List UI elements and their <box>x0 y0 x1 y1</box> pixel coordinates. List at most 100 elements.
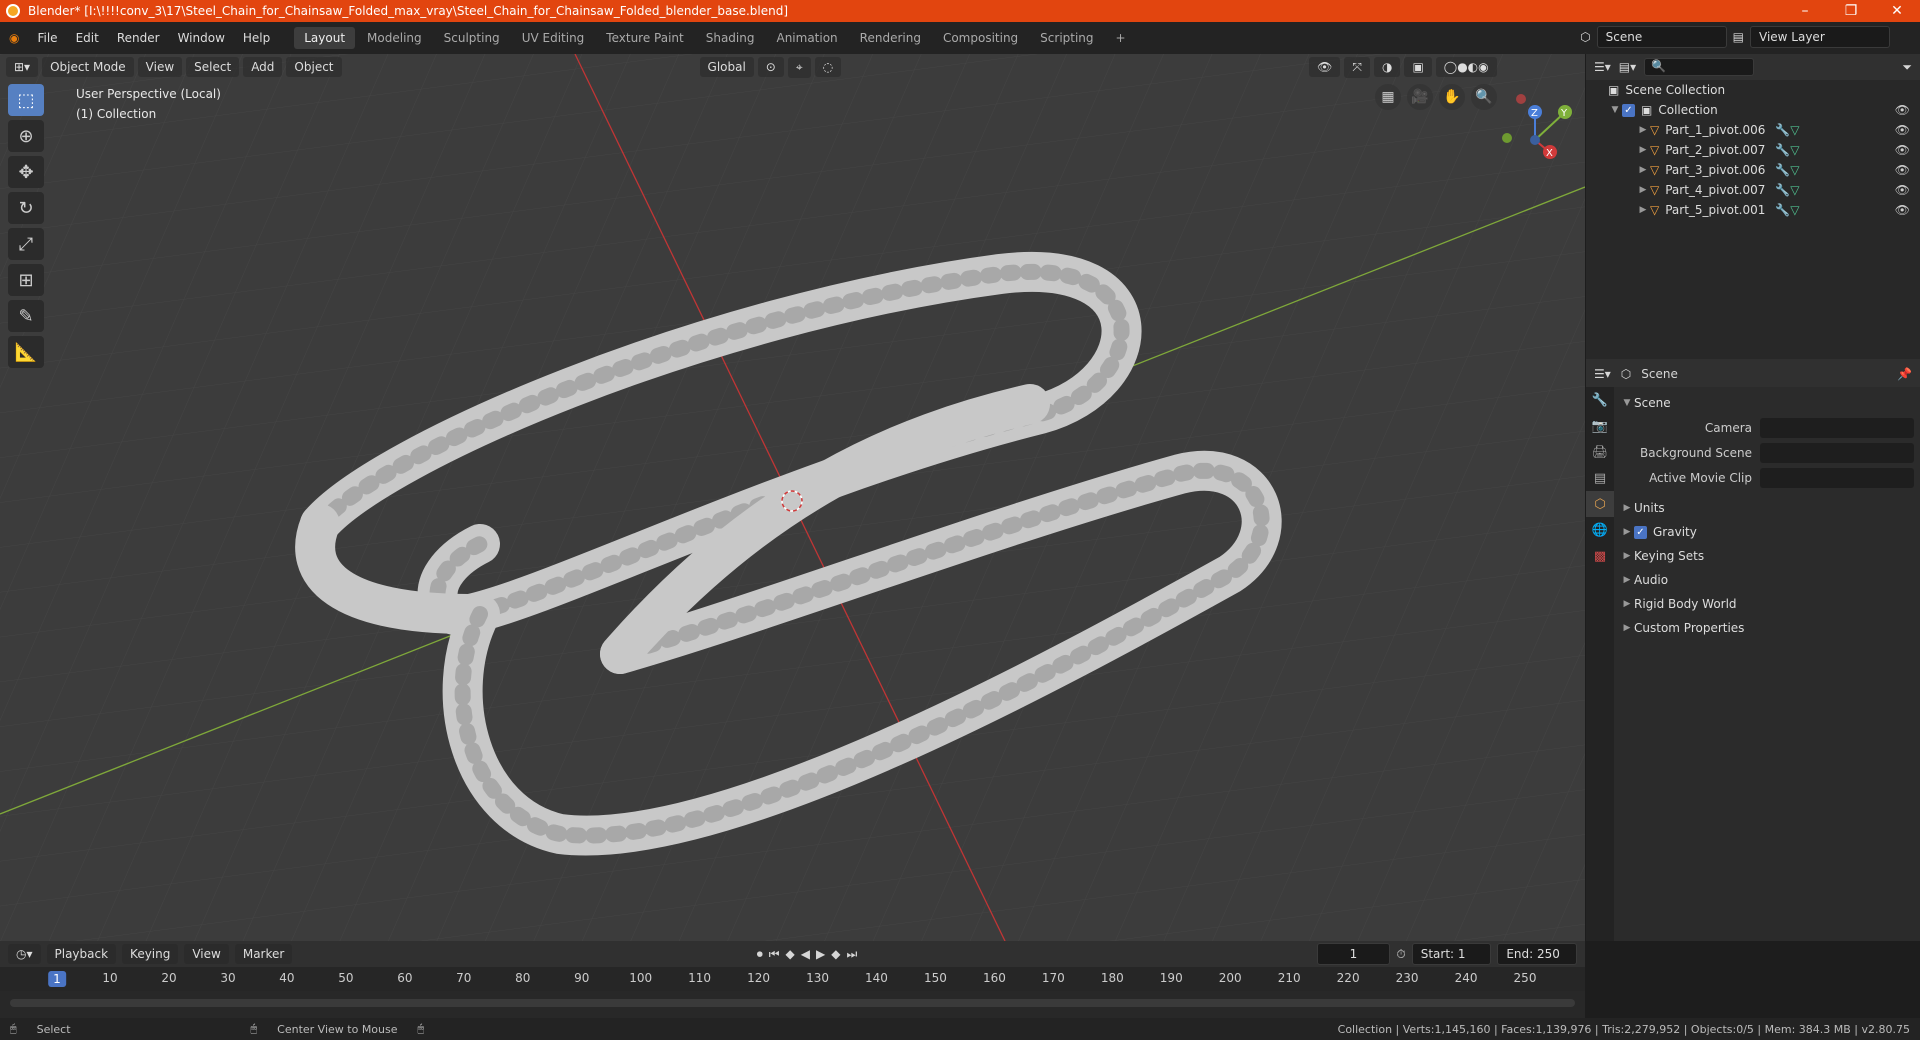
active-movie-clip-value[interactable] <box>1760 467 1914 488</box>
frame-ruler[interactable]: 1 10 20 30 40 50 60 70 80 90 100 110 120 130 140 150 160… <box>0 967 1585 991</box>
next-keyframe-icon[interactable]: ◆ <box>831 947 840 961</box>
panel-custom-properties[interactable]: ▶ Custom Properties <box>1620 616 1914 640</box>
panel-keying-sets[interactable]: ▶ Keying Sets <box>1620 544 1914 568</box>
menu-window[interactable]: Window <box>169 31 234 45</box>
outliner-editor-icon[interactable]: ☰▾ <box>1594 60 1611 74</box>
eye-icon[interactable]: 👁 <box>1895 183 1910 197</box>
active-movie-clip-field[interactable]: Active Movie Clip <box>1620 465 1914 490</box>
play-icon[interactable]: ▶ <box>816 947 825 961</box>
expand-icon[interactable]: ▶ <box>1620 551 1634 561</box>
tab-modeling[interactable]: Modeling <box>357 27 432 49</box>
record-icon[interactable]: ⏺ <box>757 947 763 962</box>
texture-tab-icon[interactable]: ▩ <box>1586 543 1614 569</box>
stopwatch-icon[interactable]: ⏱ <box>1396 947 1405 962</box>
editor-type-icon[interactable]: ◉ <box>0 31 28 45</box>
panel-scene[interactable]: ▼ Scene <box>1620 391 1914 415</box>
gizmo-toggle-icon[interactable]: ⤧ <box>1344 56 1370 78</box>
view-layer-selector[interactable]: View Layer <box>1750 26 1890 48</box>
expand-icon[interactable]: ▶ <box>1620 575 1634 585</box>
menu-help[interactable]: Help <box>234 31 279 45</box>
collapse-icon[interactable]: ▼ <box>1620 398 1634 408</box>
move-tool-icon[interactable]: ✥ <box>8 156 44 188</box>
transform-tool-icon[interactable]: ⊞ <box>8 264 44 296</box>
expand-icon[interactable]: ▶ <box>1636 205 1650 215</box>
measure-tool-icon[interactable]: 📐 <box>8 336 44 368</box>
camera-view-icon[interactable]: 🎥 <box>1407 84 1433 110</box>
background-scene-field[interactable]: Background Scene <box>1620 440 1914 465</box>
end-frame-field[interactable]: End: 250 <box>1497 943 1577 965</box>
select-box-tool-icon[interactable]: ⬚ <box>8 84 44 116</box>
editor-type-icon[interactable]: ⊞▾ <box>6 57 39 77</box>
outliner-item[interactable]: ▶ ▽ Part_3_pivot.006 🔧 ▽ 👁 <box>1586 160 1920 180</box>
3d-viewport[interactable]: Z Y X ⊞▾ Object Mode View Select Add Obj… <box>0 54 1585 941</box>
xray-icon[interactable]: ▣ <box>1404 57 1432 77</box>
prev-keyframe-icon[interactable]: ◆ <box>786 947 795 961</box>
current-frame-field[interactable]: 1 <box>1316 943 1391 965</box>
snap-icon[interactable]: ⌖ <box>787 56 811 78</box>
rotate-tool-icon[interactable]: ↻ <box>8 192 44 224</box>
timeline-scrollbar[interactable] <box>10 999 1575 1007</box>
view-layer-tab-icon[interactable]: ▤ <box>1586 465 1614 491</box>
scene-selector[interactable]: Scene <box>1596 26 1727 48</box>
viewport-menu-add[interactable]: Add <box>243 57 283 77</box>
transform-orientation[interactable]: Global <box>699 57 754 77</box>
tool-tab-icon[interactable]: 🔧 <box>1586 387 1614 413</box>
expand-icon[interactable]: ▶ <box>1620 503 1634 513</box>
expand-icon[interactable]: ▶ <box>1636 145 1650 155</box>
properties-editor-icon[interactable]: ☰▾ <box>1594 367 1611 381</box>
close-button[interactable]: ✕ <box>1874 3 1920 19</box>
jump-end-icon[interactable]: ⏭ <box>846 947 857 962</box>
grid-view-icon[interactable]: ▦ <box>1375 84 1401 110</box>
tab-sculpting[interactable]: Sculpting <box>434 27 510 49</box>
eye-icon[interactable]: 👁 <box>1895 103 1910 117</box>
zoom-icon[interactable]: 🔍 <box>1471 84 1497 110</box>
minimize-button[interactable]: – <box>1782 3 1828 19</box>
menu-file[interactable]: File <box>28 31 66 45</box>
outliner-search-input[interactable]: 🔍 <box>1644 58 1755 76</box>
filter-icon[interactable]: ⏷ <box>1902 60 1912 75</box>
expand-icon[interactable]: ▶ <box>1620 599 1634 609</box>
outliner-scene-collection[interactable]: ▣ Scene Collection <box>1586 80 1920 100</box>
maximize-button[interactable]: ❐ <box>1828 3 1874 19</box>
timeline-editor-icon[interactable]: ◷▾ <box>8 944 41 964</box>
tab-shading[interactable]: Shading <box>696 27 765 49</box>
expand-icon[interactable]: ▶ <box>1636 185 1650 195</box>
expand-icon[interactable]: ▶ <box>1636 165 1650 175</box>
viewport-menu-object[interactable]: Object <box>286 57 342 77</box>
panel-rigid-body-world[interactable]: ▶ Rigid Body World <box>1620 592 1914 616</box>
scene-tab-icon[interactable]: ⬡ <box>1586 491 1614 517</box>
eye-icon[interactable]: 👁 <box>1895 163 1910 177</box>
scale-tool-icon[interactable]: ⤢ <box>8 228 44 260</box>
camera-field[interactable]: Camera <box>1620 415 1914 440</box>
eye-icon[interactable]: 👁 <box>1895 123 1910 137</box>
world-tab-icon[interactable]: 🌐 <box>1586 517 1614 543</box>
menu-edit[interactable]: Edit <box>67 31 108 45</box>
expand-icon[interactable]: ▶ <box>1636 125 1650 135</box>
timeline-menu-view[interactable]: View <box>184 944 229 964</box>
proportional-edit-icon[interactable]: ◌ <box>814 57 842 77</box>
tab-compositing[interactable]: Compositing <box>933 27 1028 49</box>
gravity-checkbox[interactable]: ✓ <box>1634 525 1647 539</box>
outliner-item[interactable]: ▶ ▽ Part_2_pivot.007 🔧 ▽ 👁 <box>1586 140 1920 160</box>
pivot-icon[interactable]: ⊙ <box>757 57 784 77</box>
outliner-item[interactable]: ▶ ▽ Part_5_pivot.001 🔧 ▽ 👁 <box>1586 200 1920 220</box>
collapse-icon[interactable]: ▼ <box>1608 105 1622 115</box>
outliner-item[interactable]: ▶ ▽ Part_1_pivot.006 🔧 ▽ 👁 <box>1586 120 1920 140</box>
display-mode-icon[interactable]: ▤▾ <box>1619 60 1636 74</box>
panel-audio[interactable]: ▶ Audio <box>1620 568 1914 592</box>
tab-layout[interactable]: Layout <box>294 27 356 49</box>
expand-icon[interactable]: ▶ <box>1620 527 1634 537</box>
cursor-tool-icon[interactable]: ⊕ <box>8 120 44 152</box>
panel-gravity[interactable]: ▶ ✓ Gravity <box>1620 520 1914 544</box>
render-tab-icon[interactable]: 📷 <box>1586 413 1614 439</box>
start-frame-field[interactable]: Start: 1 <box>1411 943 1492 965</box>
viewport-menu-view[interactable]: View <box>137 57 183 77</box>
timeline-menu-playback[interactable]: Playback <box>46 944 117 964</box>
tab-animation[interactable]: Animation <box>766 27 847 49</box>
pin-icon[interactable]: 📌 <box>1897 367 1912 381</box>
tab-scripting[interactable]: Scripting <box>1030 27 1103 49</box>
eye-icon[interactable]: 👁 <box>1895 203 1910 217</box>
menu-render[interactable]: Render <box>108 31 169 45</box>
shading-modes-icon[interactable]: ◯●◐◉ <box>1435 57 1497 77</box>
outliner-collection[interactable]: ▼ ✓ ▣ Collection 👁 <box>1586 100 1920 120</box>
